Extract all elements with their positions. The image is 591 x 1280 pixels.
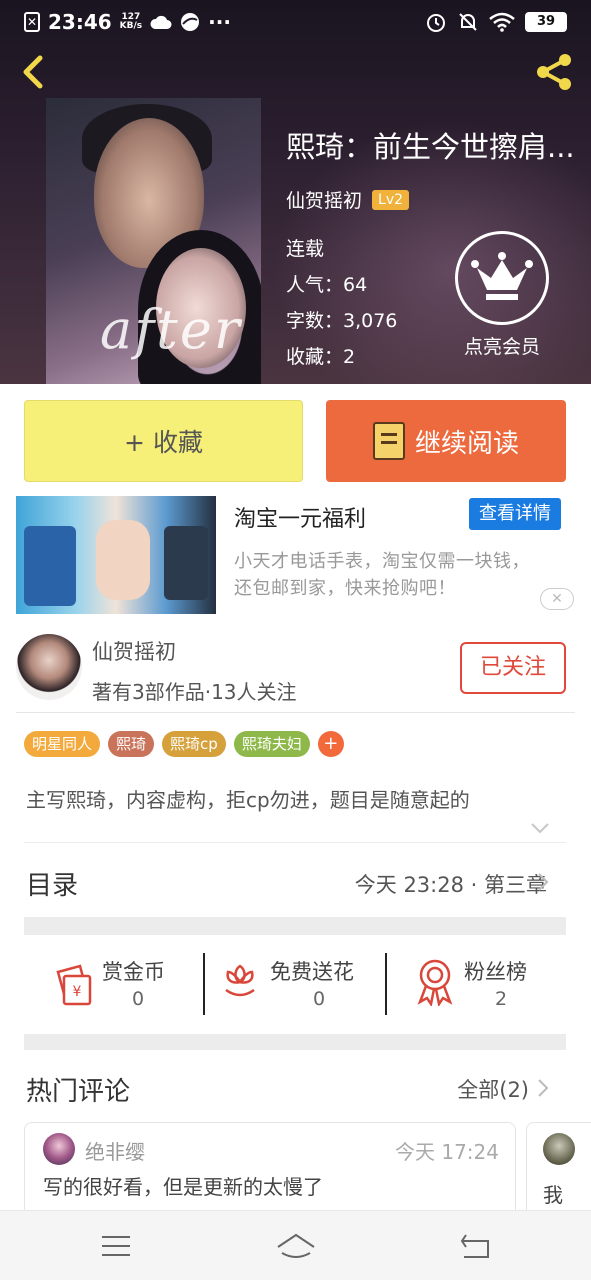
- comment-text: 我: [543, 1183, 563, 1207]
- continue-reading-label: 继续阅读: [414, 428, 519, 459]
- network-speed: 127 KB/s: [119, 12, 143, 31]
- cover-script-text: after: [100, 298, 242, 361]
- comment-text: 写的很好看，但是更新的太慢了: [43, 1175, 323, 1199]
- catalog-title[interactable]: 目录: [26, 865, 78, 902]
- expand-chevron-icon[interactable]: [530, 818, 550, 838]
- system-nav-bar: [0, 1210, 591, 1280]
- author-name[interactable]: 仙贺摇初: [92, 636, 176, 666]
- book-cover[interactable]: after: [46, 98, 261, 384]
- back-nav-icon[interactable]: [458, 1231, 494, 1261]
- cloud-icon: [150, 15, 172, 29]
- ribbon-medal-icon: [417, 959, 453, 1006]
- stat-divider: [385, 953, 387, 1015]
- notification-x-icon: ✕: [24, 12, 40, 32]
- divider: [16, 712, 575, 713]
- all-comments-link[interactable]: 全部(2): [457, 1074, 529, 1104]
- back-arrow-icon[interactable]: [14, 50, 54, 94]
- ad-image[interactable]: [16, 496, 216, 614]
- chevron-right-icon[interactable]: [536, 1078, 550, 1098]
- home-icon[interactable]: [276, 1231, 316, 1261]
- divider: [24, 842, 566, 843]
- commenter-avatar[interactable]: [543, 1133, 575, 1165]
- ad-title[interactable]: 淘宝一元福利: [234, 501, 366, 533]
- ad-description[interactable]: 小天才电话手表，淘宝仅需一块钱，还包邮到家，快来抢购吧！: [234, 548, 534, 602]
- tag-item[interactable]: 熙琦: [108, 731, 155, 757]
- more-status-dots: ···: [208, 10, 231, 34]
- alarm-icon: [427, 14, 445, 32]
- catalog-latest-chapter[interactable]: 今天 23:28 · 第三章: [355, 869, 547, 899]
- ad-close-icon[interactable]: ✕: [540, 588, 574, 610]
- author-stats: 著有3部作品·13人关注: [92, 680, 297, 704]
- level-badge: Lv2: [372, 189, 410, 210]
- add-tag-button[interactable]: +: [317, 731, 344, 757]
- wifi-icon: [489, 12, 515, 32]
- commenter-name[interactable]: 绝非缨: [85, 1136, 145, 1165]
- follow-button[interactable]: 已关注: [460, 642, 566, 694]
- continue-reading-button[interactable]: 继续阅读: [326, 400, 566, 482]
- flower-icon: [225, 964, 255, 997]
- tag-item[interactable]: 明星同人: [24, 731, 101, 757]
- stat-reward-coins[interactable]: ¥ 赏金币 0: [50, 952, 180, 1014]
- stat-label: 赏金币: [102, 960, 165, 984]
- svg-text:¥: ¥: [73, 984, 82, 1000]
- section-separator: [24, 917, 566, 935]
- moon-ball-icon: [181, 13, 200, 31]
- stat-divider: [203, 953, 205, 1015]
- stat-label: 粉丝榜: [464, 960, 527, 984]
- stat-fan-ranking[interactable]: 粉丝榜 2: [414, 952, 554, 1014]
- tag-item[interactable]: 熙琦cp: [162, 731, 226, 757]
- stat-label: 免费送花: [270, 960, 354, 984]
- chevron-right-icon[interactable]: [536, 872, 550, 892]
- clock: 23:46: [48, 10, 112, 34]
- book-header: ✕ 23:46 127 KB/s ··· 39 after 熙琦：前生今世擦肩.…: [0, 0, 591, 384]
- comment-card[interactable]: 我: [526, 1122, 591, 1222]
- author-avatar[interactable]: [16, 634, 82, 700]
- ad-view-details-button[interactable]: 查看详情: [469, 498, 561, 530]
- battery-indicator: 39: [525, 12, 567, 32]
- menu-icon[interactable]: [98, 1231, 134, 1261]
- book-title: 熙琦：前生今世擦肩...: [286, 130, 575, 164]
- mute-bell-icon: [459, 13, 477, 31]
- book-description: 主写熙琦，内容虚构，拒cp勿进，题目是随意起的: [26, 788, 470, 812]
- vip-label[interactable]: 点亮会员: [454, 332, 550, 359]
- vip-button[interactable]: [455, 231, 549, 325]
- hot-comments-title: 热门评论: [26, 1077, 131, 1107]
- add-to-favorites-button[interactable]: + 收藏: [24, 400, 303, 482]
- status-bar: ✕ 23:46 127 KB/s ··· 39: [0, 0, 591, 46]
- stat-value: 0: [313, 988, 326, 1010]
- stat-value: 2: [495, 988, 508, 1010]
- stat-free-flowers[interactable]: 免费送花 0: [220, 952, 380, 1014]
- share-icon[interactable]: [531, 50, 579, 94]
- crown-icon: [471, 252, 533, 300]
- comment-card[interactable]: 绝非缨 今天 17:24 写的很好看，但是更新的太慢了: [24, 1122, 516, 1222]
- stat-value: 0: [132, 988, 145, 1010]
- tag-item[interactable]: 熙琦夫妇: [233, 731, 310, 757]
- comment-time: 今天 17:24: [395, 1140, 499, 1164]
- reward-coin-icon: ¥: [56, 964, 92, 1006]
- book-icon: [372, 422, 405, 460]
- tag-list: 明星同人 熙琦 熙琦cp 熙琦夫妇 +: [24, 731, 344, 757]
- book-author[interactable]: 仙贺摇初: [286, 186, 362, 213]
- section-separator: [24, 1034, 566, 1050]
- commenter-avatar[interactable]: [43, 1133, 75, 1165]
